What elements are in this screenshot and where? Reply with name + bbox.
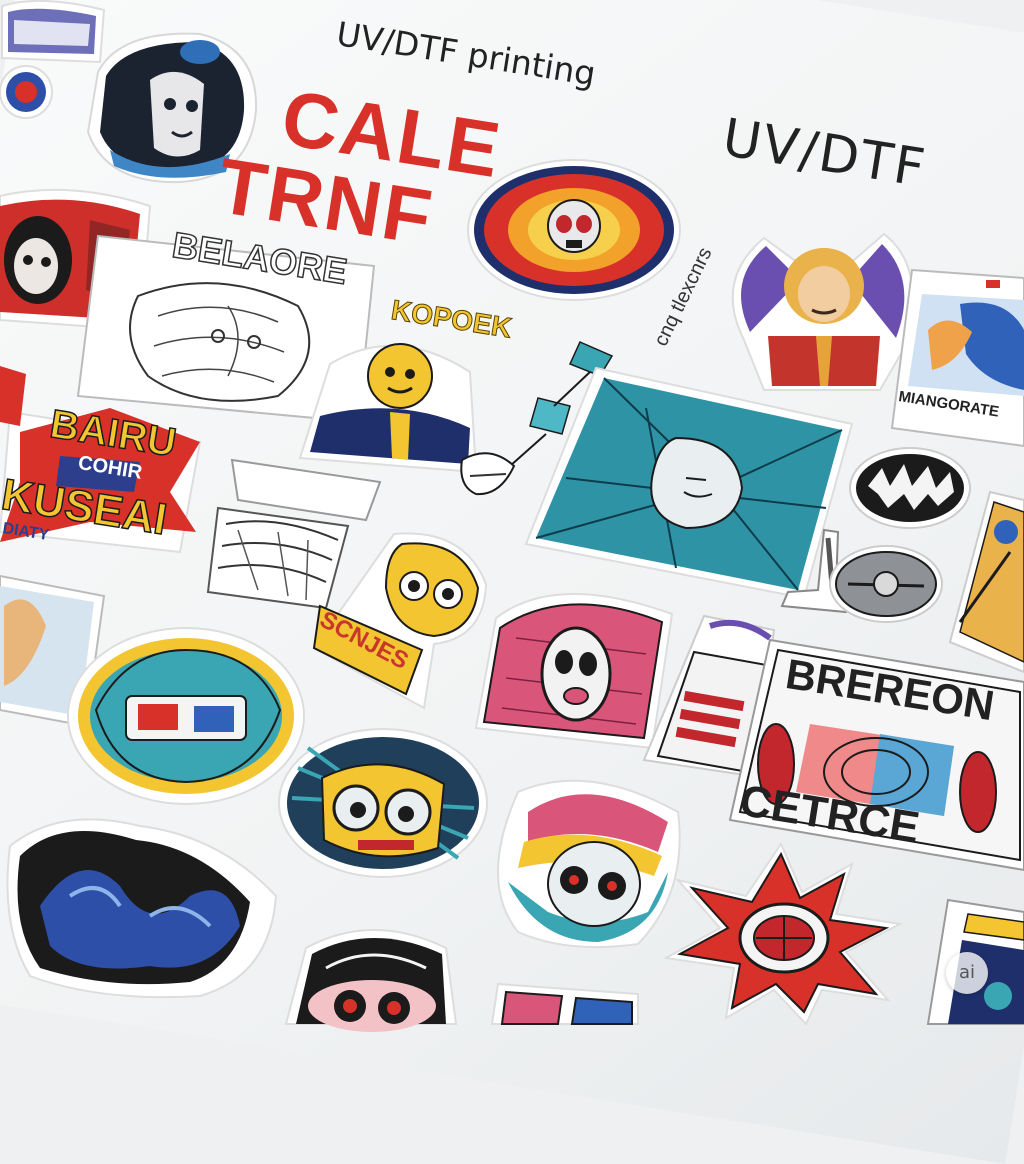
header-brand-text: UV/DTF bbox=[718, 108, 931, 200]
sticker-sheet: UV/DTF printing UV/DTF CALE TRNF cnq tle… bbox=[0, 0, 1024, 1032]
header-printing-text: UV/DTF printing bbox=[333, 14, 599, 94]
ai-watermark: ai bbox=[946, 952, 988, 994]
